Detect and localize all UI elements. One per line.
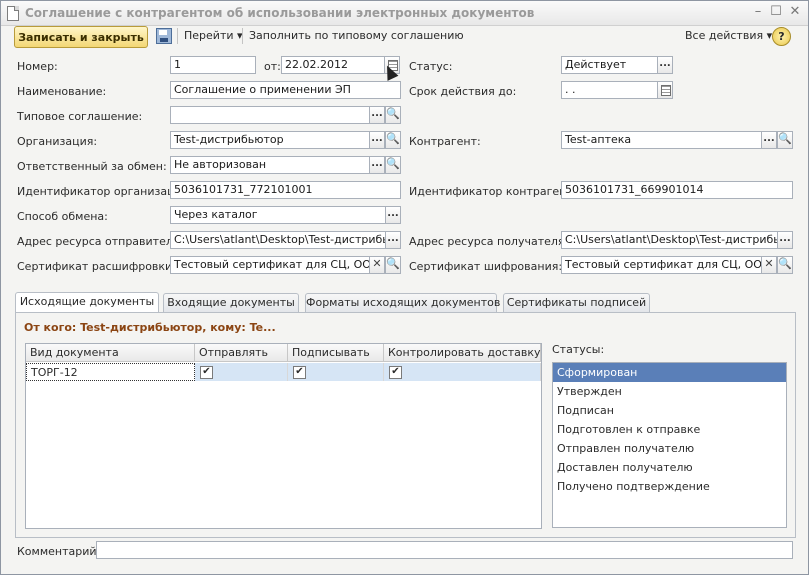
toolbar-separator — [242, 28, 243, 44]
sender-resource-field[interactable]: C:\Users\atlant\Desktop\Test-дистрибьюто… — [170, 231, 386, 249]
typical-agreement-label: Типовое соглашение: — [17, 110, 143, 123]
recipient-resource-field[interactable]: C:\Users\atlant\Desktop\Test-дистрибьюто… — [561, 231, 778, 249]
responsible-select-button[interactable]: ... — [369, 156, 385, 174]
list-item[interactable]: Доставлен получателю — [553, 458, 786, 477]
toolbar-separator — [177, 28, 178, 44]
comment-field[interactable] — [96, 541, 793, 559]
list-item[interactable]: Сформирован — [553, 363, 786, 382]
recipient-resource-label: Адрес ресурса получателя: — [409, 235, 569, 248]
column-header-doc-type[interactable]: Вид документа — [26, 344, 195, 362]
date-label: от: — [264, 60, 281, 73]
responsible-field[interactable]: Не авторизован — [170, 156, 370, 174]
decrypt-cert-label: Сертификат расшифровки: — [17, 260, 176, 273]
clear-icon[interactable]: ✕ — [761, 256, 777, 274]
goto-menu[interactable]: Перейти ▾ — [184, 29, 243, 42]
search-icon[interactable]: 🔍 — [385, 156, 401, 174]
valid-until-label: Срок действия до: — [409, 85, 517, 98]
search-icon[interactable]: 🔍 — [777, 131, 793, 149]
search-icon[interactable]: 🔍 — [385, 256, 401, 274]
status-field[interactable]: Действует — [561, 56, 658, 74]
window-title: Соглашение с контрагентом об использован… — [25, 6, 535, 20]
all-actions-label: Все действия — [685, 29, 764, 42]
status-label: Статус: — [409, 60, 453, 73]
search-icon[interactable]: 🔍 — [385, 131, 401, 149]
search-icon[interactable]: 🔍 — [385, 106, 401, 124]
title-bar: Соглашение с контрагентом об использован… — [1, 1, 808, 26]
outgoing-documents-panel: От кого: Test-дистрибьютор, кому: Te... … — [15, 312, 796, 538]
organization-label: Организация: — [17, 135, 98, 148]
typical-agreement-field[interactable] — [170, 106, 370, 124]
goto-label: Перейти — [184, 29, 234, 42]
save-and-close-button[interactable]: Записать и закрыть — [14, 26, 148, 48]
counterparty-id-label: Идентификатор контрагента: — [409, 185, 584, 198]
sign-cell: ✔ — [288, 363, 384, 381]
exchange-select-button[interactable]: ... — [385, 206, 401, 224]
counterparty-label: Контрагент: — [409, 135, 481, 148]
tab-incoming-documents[interactable]: Входящие документы — [163, 293, 299, 312]
send-cell: ✔ — [195, 363, 288, 381]
tab-outgoing-documents[interactable]: Исходящие документы — [15, 292, 159, 313]
doc-type-cell[interactable]: ТОРГ-12 — [26, 363, 195, 381]
minimize-button[interactable]: – — [750, 4, 766, 20]
fill-typical-button[interactable]: Заполнить по типовому соглашению — [249, 29, 464, 42]
decrypt-cert-field[interactable]: Тестовый сертификат для СЦ, ООО Ор — [170, 256, 370, 274]
column-header-send[interactable]: Отправлять — [195, 344, 288, 362]
control-delivery-checkbox[interactable]: ✔ — [389, 366, 402, 379]
form-window: Соглашение с контрагентом об использован… — [0, 0, 809, 575]
command-bar: Записать и закрыть Перейти ▾ Заполнить п… — [1, 25, 808, 49]
list-item[interactable]: Подготовлен к отправке — [553, 420, 786, 439]
from-to-caption: От кого: Test-дистрибьютор, кому: Te... — [24, 321, 276, 334]
statuses-label: Статусы: — [552, 343, 605, 356]
column-header-control-delivery[interactable]: Контролировать доставку — [384, 344, 541, 362]
organization-field[interactable]: Test-дистрибьютор — [170, 131, 370, 149]
encrypt-cert-label: Сертификат шифрования: — [409, 260, 563, 273]
typical-select-button[interactable]: ... — [369, 106, 385, 124]
exchange-method-field[interactable]: Через каталог — [170, 206, 386, 224]
help-button[interactable]: ? — [772, 27, 791, 46]
organization-select-button[interactable]: ... — [369, 131, 385, 149]
org-id-field[interactable]: 5036101731_772101001 — [170, 181, 401, 199]
sender-resource-select-button[interactable]: ... — [385, 231, 401, 249]
send-checkbox[interactable]: ✔ — [200, 366, 213, 379]
counterparty-id-field[interactable]: 5036101731_669901014 — [561, 181, 793, 199]
maximize-button[interactable]: ☐ — [768, 4, 784, 20]
sign-checkbox[interactable]: ✔ — [293, 366, 306, 379]
list-item[interactable]: Отправлен получателю — [553, 439, 786, 458]
document-icon — [7, 6, 19, 21]
responsible-label: Ответственный за обмен: — [17, 160, 167, 173]
counterparty-field[interactable]: Test-аптека — [561, 131, 762, 149]
comment-label: Комментарий: — [17, 545, 101, 558]
recipient-resource-select-button[interactable]: ... — [777, 231, 793, 249]
status-select-button[interactable]: ... — [657, 56, 673, 74]
list-item[interactable]: Получено подтверждение — [553, 477, 786, 496]
list-item[interactable]: Утвержден — [553, 382, 786, 401]
encrypt-cert-field[interactable]: Тестовый сертификат для СЦ, ООО Ор — [561, 256, 762, 274]
clear-icon[interactable]: ✕ — [369, 256, 385, 274]
sender-resource-label: Адрес ресурса отправителя: — [17, 235, 184, 248]
number-label: Номер: — [17, 60, 58, 73]
counterparty-select-button[interactable]: ... — [761, 131, 777, 149]
search-icon[interactable]: 🔍 — [777, 256, 793, 274]
control-delivery-cell: ✔ — [384, 363, 541, 381]
date-field[interactable]: 22.02.2012 — [281, 56, 385, 74]
tab-signature-certificates[interactable]: Сертификаты подписей — [503, 293, 650, 312]
number-field[interactable]: 1 — [170, 56, 256, 74]
table-row[interactable]: ТОРГ-12 ✔ ✔ ✔ — [26, 363, 541, 381]
close-button[interactable]: ✕ — [787, 4, 803, 20]
statuses-list: Сформирован Утвержден Подписан Подготовл… — [552, 362, 787, 528]
save-icon[interactable] — [156, 28, 172, 44]
list-item[interactable]: Подписан — [553, 401, 786, 420]
column-header-sign[interactable]: Подписывать — [288, 344, 384, 362]
exchange-method-label: Способ обмена: — [17, 210, 108, 223]
tab-outgoing-formats[interactable]: Форматы исходящих документов — [305, 293, 500, 312]
all-actions-menu[interactable]: Все действия ▾ — [685, 29, 772, 42]
org-id-label: Идентификатор организации: — [17, 185, 193, 198]
calendar-icon[interactable] — [657, 81, 673, 99]
name-label: Наименование: — [17, 85, 107, 98]
name-field[interactable]: Соглашение о применении ЭП — [170, 81, 401, 99]
valid-until-field[interactable]: . . — [561, 81, 658, 99]
documents-table: Вид документа Отправлять Подписывать Кон… — [25, 343, 542, 529]
